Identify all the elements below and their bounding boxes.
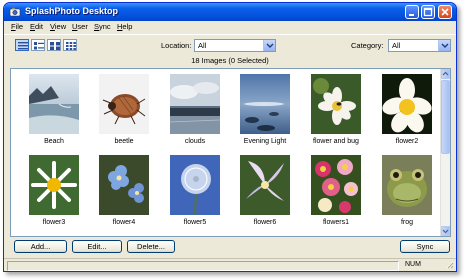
thumbnail-caption: Beach xyxy=(44,138,64,145)
category-dropdown-arrow[interactable] xyxy=(438,40,450,51)
num-lock-indicator: NUM xyxy=(405,261,421,268)
thumbnail-item[interactable]: Evening Light xyxy=(233,74,297,154)
close-icon xyxy=(441,8,449,16)
thumbnail-caption: frog xyxy=(400,219,414,226)
gallery-scrollbar[interactable] xyxy=(440,69,450,236)
minimize-icon xyxy=(409,14,414,16)
menu-file-label: ile xyxy=(15,22,24,31)
photo-flower5 xyxy=(170,155,220,215)
menu-view-label: iew xyxy=(54,22,67,31)
thumbnail-caption: flowers1 xyxy=(322,219,350,226)
photo-flower4 xyxy=(99,155,149,215)
photo-beach xyxy=(29,74,79,134)
view-details-button[interactable] xyxy=(31,39,45,51)
resize-grip-icon[interactable] xyxy=(445,260,454,271)
menu-file[interactable]: File xyxy=(11,22,23,31)
app-camera-icon xyxy=(9,6,21,18)
menu-view[interactable]: View xyxy=(50,22,66,31)
small-icons-view-icon xyxy=(66,42,76,50)
location-value: All xyxy=(198,41,207,50)
scroll-thumb[interactable] xyxy=(441,80,450,154)
list-view-icon xyxy=(18,42,28,50)
menu-help[interactable]: Help xyxy=(117,22,132,31)
photo-flower2 xyxy=(382,74,432,134)
menu-user[interactable]: User xyxy=(72,22,88,31)
category-dropdown[interactable]: All xyxy=(388,39,451,52)
action-bar: Add... Edit... Delete... Sync xyxy=(4,239,456,259)
category-value: All xyxy=(392,41,401,50)
thumbnail-item[interactable]: frog xyxy=(375,155,439,235)
thumbnail-caption: flower5 xyxy=(183,219,207,226)
menu-bar: File Edit View User Sync Help xyxy=(4,21,456,33)
maximize-icon xyxy=(423,7,433,17)
chevron-down-icon xyxy=(266,43,274,48)
thumbnail-item[interactable]: flower3 xyxy=(22,155,86,235)
category-label: Category: xyxy=(351,41,384,50)
menu-sync-label: ync xyxy=(99,22,111,31)
photo-evening-light xyxy=(240,74,290,134)
location-dropdown[interactable]: All xyxy=(194,39,276,52)
location-label: Location: xyxy=(161,41,192,50)
photo-flower6 xyxy=(240,155,290,215)
thumbnail-item[interactable]: beetle xyxy=(92,74,156,154)
thumbnail-item[interactable]: clouds xyxy=(163,74,227,154)
delete-button[interactable]: Delete... xyxy=(127,240,175,253)
thumbnail-caption: flower3 xyxy=(42,219,66,226)
image-count: 18 Images (0 Selected) xyxy=(191,56,269,65)
thumbnail-item[interactable]: flower5 xyxy=(163,155,227,235)
thumbnail-view-icon xyxy=(50,42,60,50)
close-button[interactable] xyxy=(438,5,452,19)
thumbnail-caption: flower6 xyxy=(253,219,277,226)
thumbnail-caption: flower and bug xyxy=(313,138,359,145)
details-view-icon xyxy=(34,42,44,50)
add-button[interactable]: Add... xyxy=(14,240,67,253)
edit-button[interactable]: Edit... xyxy=(72,240,122,253)
thumbnail-item[interactable]: flower4 xyxy=(92,155,156,235)
photo-frog xyxy=(382,155,432,215)
thumbnail-item[interactable]: flower6 xyxy=(233,155,297,235)
thumbnail-caption: clouds xyxy=(184,138,206,145)
maximize-button[interactable] xyxy=(421,5,435,19)
app-window: SplashPhoto Desktop File Edit View User … xyxy=(3,2,457,272)
thumbnail-caption: flower4 xyxy=(112,219,136,226)
thumbnail-item[interactable]: flower2 xyxy=(375,74,439,154)
chevron-up-icon xyxy=(442,71,449,76)
view-small-icons-button[interactable] xyxy=(63,39,77,51)
sync-button[interactable]: Sync xyxy=(400,240,450,253)
thumbnail-caption: flower2 xyxy=(395,138,419,145)
thumbnail-item[interactable]: flower and bug xyxy=(304,74,368,154)
menu-sync[interactable]: Sync xyxy=(94,22,111,31)
location-dropdown-arrow[interactable] xyxy=(263,40,275,51)
scroll-down-button[interactable] xyxy=(441,226,450,236)
thumbnail-caption: beetle xyxy=(114,138,134,145)
chevron-down-icon xyxy=(441,43,449,48)
title-bar[interactable]: SplashPhoto Desktop xyxy=(4,3,456,21)
photo-clouds xyxy=(170,74,220,134)
window-title: SplashPhoto Desktop xyxy=(25,6,119,16)
image-gallery[interactable]: Beach beetle clouds Evening Light flower… xyxy=(10,68,451,237)
thumbnail-item[interactable]: Beach xyxy=(22,74,86,154)
status-bar: NUM xyxy=(4,258,456,271)
menu-user-label: ser xyxy=(77,22,88,31)
chevron-down-icon xyxy=(442,229,449,234)
photo-beetle xyxy=(99,74,149,134)
photo-flower3 xyxy=(29,155,79,215)
photo-flower-and-bug xyxy=(311,74,361,134)
toolbar: Location: All Category: All xyxy=(4,34,456,56)
minimize-button[interactable] xyxy=(405,5,419,19)
status-message xyxy=(7,261,399,271)
menu-help-label: elp xyxy=(122,22,133,31)
scroll-up-button[interactable] xyxy=(441,69,450,79)
thumbnail-caption: Evening Light xyxy=(243,138,287,145)
menu-edit-label: dit xyxy=(35,22,43,31)
menu-edit[interactable]: Edit xyxy=(30,22,43,31)
photo-flowers1 xyxy=(311,155,361,215)
view-list-button[interactable] xyxy=(15,39,29,51)
view-thumbnails-button[interactable] xyxy=(47,39,61,51)
thumbnail-item[interactable]: flowers1 xyxy=(304,155,368,235)
